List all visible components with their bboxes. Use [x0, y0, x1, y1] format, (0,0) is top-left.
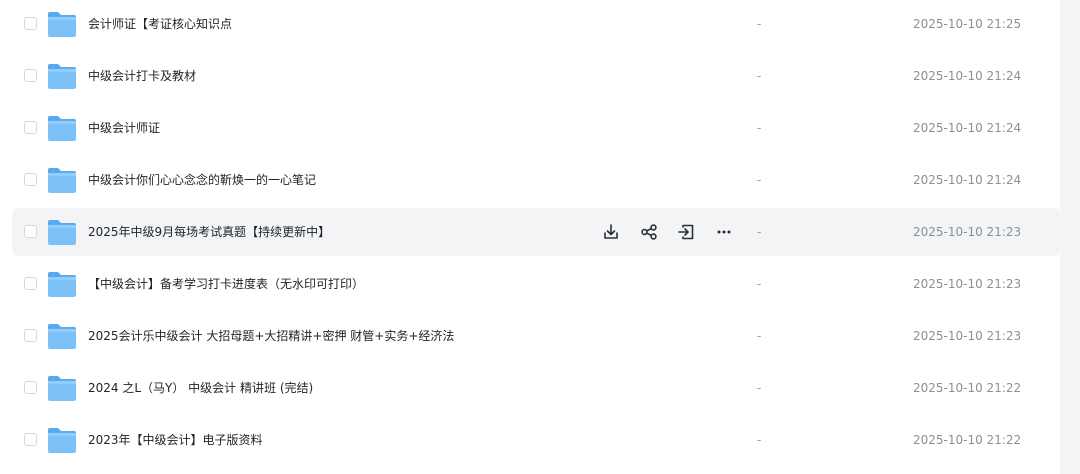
- table-row[interactable]: 2023年【中级会计】电子版资料 - 2025-10-10 21:22: [12, 416, 1060, 464]
- file-size: -: [757, 121, 762, 135]
- row-checkbox[interactable]: [24, 17, 37, 30]
- file-size: -: [757, 69, 762, 83]
- table-row[interactable]: 中级会计师证 - 2025-10-10 21:24: [12, 104, 1060, 152]
- download-button[interactable]: [600, 221, 622, 243]
- file-size: -: [757, 329, 762, 343]
- modified-date: 2025-10-10 21:23: [913, 329, 1022, 343]
- file-name[interactable]: 【中级会计】备考学习打卡进度表（无水印可打印）: [88, 275, 364, 293]
- file-name[interactable]: 2025会计乐中级会计 大招母题+大招精讲+密押 财管+实务+经济法: [88, 327, 454, 345]
- modified-date: 2025-10-10 21:22: [913, 433, 1022, 447]
- file-size: -: [757, 277, 762, 291]
- file-name[interactable]: 中级会计打卡及教材: [88, 67, 196, 85]
- share-button[interactable]: [638, 221, 660, 243]
- file-name[interactable]: 中级会计师证: [88, 119, 160, 137]
- folder-icon: [48, 116, 76, 141]
- table-row[interactable]: 中级会计打卡及教材 - 2025-10-10 21:24: [12, 52, 1060, 100]
- row-checkbox[interactable]: [24, 381, 37, 394]
- file-name[interactable]: 2023年【中级会计】电子版资料: [88, 431, 263, 449]
- row-checkbox[interactable]: [24, 329, 37, 342]
- modified-date: 2025-10-10 21:24: [913, 121, 1022, 135]
- table-row[interactable]: 中级会计你们心心念念的靳焕一的一心笔记 - 2025-10-10 21:24: [12, 156, 1060, 204]
- move-button[interactable]: [675, 221, 697, 243]
- table-row[interactable]: 2025年中级9月每场考试真题【持续更新中】 - 2025-10-10 21:2…: [12, 208, 1060, 256]
- modified-date: 2025-10-10 21:23: [913, 277, 1022, 291]
- folder-icon: [48, 12, 76, 37]
- download-icon: [604, 224, 618, 239]
- folder-icon: [48, 324, 76, 349]
- folder-icon: [48, 272, 76, 297]
- folder-icon: [48, 220, 76, 245]
- file-size: -: [757, 173, 762, 187]
- more-icon: [717, 230, 731, 234]
- modified-date: 2025-10-10 21:25: [913, 17, 1022, 31]
- more-button[interactable]: [713, 221, 735, 243]
- share-icon: [641, 224, 657, 240]
- row-checkbox[interactable]: [24, 225, 37, 238]
- table-row[interactable]: 【中级会计】备考学习打卡进度表（无水印可打印） - 2025-10-10 21:…: [12, 260, 1060, 308]
- file-name[interactable]: 2025年中级9月每场考试真题【持续更新中】: [88, 223, 330, 241]
- folder-icon: [48, 376, 76, 401]
- file-size: -: [757, 381, 762, 395]
- folder-icon: [48, 64, 76, 89]
- row-checkbox[interactable]: [24, 69, 37, 82]
- file-name[interactable]: 中级会计你们心心念念的靳焕一的一心笔记: [88, 171, 316, 189]
- modified-date: 2025-10-10 21:22: [913, 381, 1022, 395]
- file-size: -: [757, 433, 762, 447]
- folder-icon: [48, 168, 76, 193]
- file-size: -: [757, 225, 762, 239]
- file-size: -: [757, 17, 762, 31]
- row-checkbox[interactable]: [24, 121, 37, 134]
- row-checkbox[interactable]: [24, 277, 37, 290]
- move-icon: [678, 224, 694, 240]
- modified-date: 2025-10-10 21:24: [913, 173, 1022, 187]
- modified-date: 2025-10-10 21:23: [913, 225, 1022, 239]
- table-row[interactable]: 2025会计乐中级会计 大招母题+大招精讲+密押 财管+实务+经济法 - 202…: [12, 312, 1060, 360]
- table-row[interactable]: 会计师证【考证核心知识点 - 2025-10-10 21:25: [12, 0, 1060, 48]
- folder-icon: [48, 428, 76, 453]
- file-name[interactable]: 2024 之L（马Y） 中级会计 精讲班 (完结): [88, 379, 313, 397]
- file-list-page: 会计师证【考证核心知识点 - 2025-10-10 21:25 中级会计打卡及教…: [0, 0, 1080, 474]
- modified-date: 2025-10-10 21:24: [913, 69, 1022, 83]
- row-checkbox[interactable]: [24, 433, 37, 446]
- file-name[interactable]: 会计师证【考证核心知识点: [88, 15, 232, 33]
- row-checkbox[interactable]: [24, 173, 37, 186]
- scrollbar-track[interactable]: [1060, 0, 1080, 474]
- table-row[interactable]: 2024 之L（马Y） 中级会计 精讲班 (完结) - 2025-10-10 2…: [12, 364, 1060, 412]
